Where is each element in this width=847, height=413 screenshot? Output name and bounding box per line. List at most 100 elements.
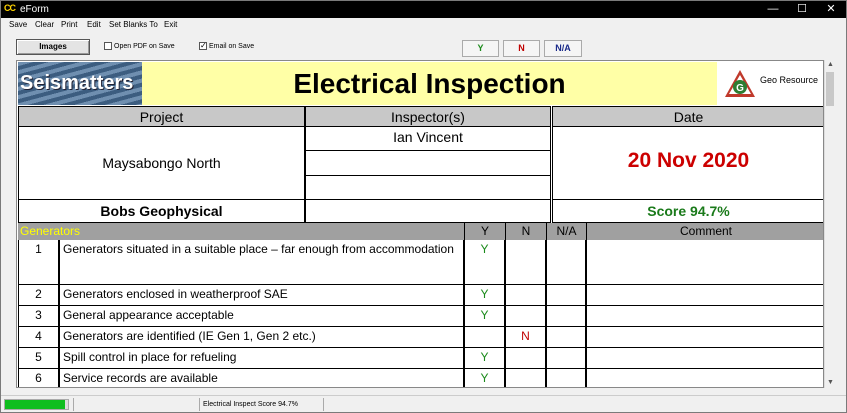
item-comment[interactable] — [586, 240, 823, 285]
menu-bar: Save Clear Print Edit Set Blanks To Exit — [1, 18, 846, 32]
app-icon: CC — [4, 3, 16, 13]
checklist-row: 5 Spill control in place for refueling Y — [17, 348, 823, 369]
menu-print[interactable]: Print — [61, 20, 77, 30]
close-button[interactable]: ✕ — [818, 1, 844, 18]
menu-exit[interactable]: Exit — [164, 20, 177, 30]
email-on-save-checkbox[interactable]: ✓ — [199, 42, 207, 50]
checklist-row: 3 General appearance acceptable Y — [17, 306, 823, 327]
col-n-header: N — [505, 223, 546, 240]
item-number: 4 — [18, 327, 59, 348]
item-n[interactable] — [505, 240, 546, 285]
project-value: Maysabongo North — [102, 155, 221, 171]
inspector-1-value: Ian Vincent — [393, 129, 463, 145]
item-y[interactable] — [464, 327, 505, 348]
checklist-row: 2 Generators enclosed in weatherproof SAE… — [17, 285, 823, 306]
inspector-field-1[interactable]: Ian Vincent — [305, 127, 551, 151]
item-comment[interactable] — [586, 285, 823, 306]
status-bar: Electrical Inspect Score 94.7% — [1, 395, 846, 412]
item-n[interactable] — [505, 306, 546, 327]
form-title-box: Electrical Inspection — [142, 62, 717, 105]
score-progress-bar — [4, 399, 69, 410]
col-na-header: N/A — [546, 223, 586, 240]
open-pdf-label: Open PDF on Save — [114, 43, 175, 50]
item-n[interactable] — [505, 369, 546, 387]
item-number: 5 — [18, 348, 59, 369]
menu-edit[interactable]: Edit — [87, 20, 101, 30]
toolbar: Images Open PDF on Save ✓ Email on Save … — [1, 32, 846, 60]
scroll-down-icon[interactable]: ▼ — [825, 378, 836, 388]
status-text: Electrical Inspect Score 94.7% — [203, 401, 298, 408]
project-header: Project — [18, 106, 305, 127]
vertical-scrollbar[interactable]: ▲ ▼ — [824, 60, 835, 388]
form-title: Electrical Inspection — [293, 68, 566, 99]
company-field[interactable]: Bobs Geophysical — [18, 200, 305, 223]
inspectors-header: Inspector(s) — [305, 106, 551, 127]
item-n[interactable] — [505, 285, 546, 306]
section-header-generators: Generators Y N N/A Comment — [18, 223, 823, 240]
menu-set-blanks-to[interactable]: Set Blanks To — [109, 20, 158, 30]
company-blank-field[interactable] — [305, 200, 551, 223]
col-y-header: Y — [464, 223, 505, 240]
item-na[interactable] — [546, 240, 586, 285]
form-header: Seismatters Electrical Inspection G Geo … — [17, 61, 823, 106]
date-value: 20 Nov 2020 — [627, 149, 750, 172]
menu-clear[interactable]: Clear — [35, 20, 54, 30]
date-field[interactable]: 20 Nov 2020 — [552, 127, 823, 200]
item-y[interactable]: Y — [464, 285, 505, 306]
item-text: General appearance acceptable — [59, 306, 464, 327]
item-na[interactable] — [546, 285, 586, 306]
item-text: Generators situated in a suitable place … — [59, 240, 464, 285]
score-field: Score 94.7% — [552, 200, 823, 223]
item-na[interactable] — [546, 327, 586, 348]
item-n[interactable] — [505, 348, 546, 369]
open-pdf-checkbox[interactable] — [104, 42, 112, 50]
set-y-button[interactable]: Y — [462, 40, 499, 57]
item-number: 3 — [18, 306, 59, 327]
checklist-row: 6 Service records are available Y — [17, 369, 823, 387]
project-field[interactable]: Maysabongo North — [18, 127, 305, 200]
item-na[interactable] — [546, 306, 586, 327]
item-y[interactable]: Y — [464, 240, 505, 285]
app-window: CC eForm — ☐ ✕ Save Clear Print Edit Set… — [0, 0, 847, 413]
maximize-button[interactable]: ☐ — [789, 1, 815, 18]
title-bar: CC eForm — ☐ ✕ — [1, 1, 846, 18]
item-text: Spill control in place for refueling — [59, 348, 464, 369]
item-comment[interactable] — [586, 306, 823, 327]
seismatters-logo: Seismatters — [18, 62, 142, 105]
date-header: Date — [552, 106, 823, 127]
item-n[interactable]: N — [505, 327, 546, 348]
images-button[interactable]: Images — [16, 39, 90, 55]
item-text: Generators enclosed in weatherproof SAE — [59, 285, 464, 306]
item-number: 6 — [18, 369, 59, 387]
form-page: Seismatters Electrical Inspection G Geo … — [16, 60, 824, 388]
company-value: Bobs Geophysical — [100, 203, 223, 219]
item-number: 1 — [18, 240, 59, 285]
geo-emblem-icon: G — [725, 70, 755, 97]
item-comment[interactable] — [586, 369, 823, 387]
email-on-save-label: Email on Save — [209, 43, 255, 50]
item-comment[interactable] — [586, 327, 823, 348]
set-n-button[interactable]: N — [503, 40, 540, 57]
score-value: Score 94.7% — [647, 203, 730, 219]
minimize-button[interactable]: — — [760, 1, 786, 18]
col-comment-header: Comment — [586, 223, 823, 240]
section-title: Generators — [20, 224, 81, 238]
geo-resource-logo: G Geo Resource — [718, 62, 823, 105]
item-na[interactable] — [546, 369, 586, 387]
item-y[interactable]: Y — [464, 306, 505, 327]
inspector-field-2[interactable] — [305, 151, 551, 176]
item-y[interactable]: Y — [464, 348, 505, 369]
scroll-up-icon[interactable]: ▲ — [825, 60, 836, 70]
item-comment[interactable] — [586, 348, 823, 369]
item-na[interactable] — [546, 348, 586, 369]
menu-save[interactable]: Save — [9, 20, 27, 30]
checklist-row: 1 Generators situated in a suitable place… — [17, 240, 823, 285]
set-na-button[interactable]: N/A — [544, 40, 582, 57]
item-number: 2 — [18, 285, 59, 306]
item-text: Generators are identified (IE Gen 1, Gen… — [59, 327, 464, 348]
scroll-thumb[interactable] — [826, 72, 834, 106]
window-title: eForm — [20, 4, 49, 15]
item-text: Service records are available — [59, 369, 464, 387]
inspector-field-3[interactable] — [305, 176, 551, 200]
item-y[interactable]: Y — [464, 369, 505, 387]
